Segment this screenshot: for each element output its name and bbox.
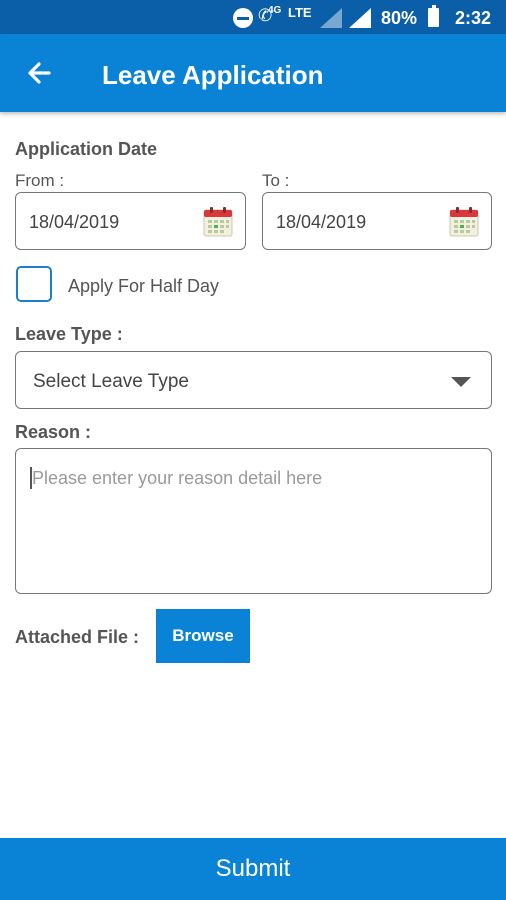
to-date-field[interactable]: 18/04/2019 [262,192,492,250]
attached-file-label: Attached File : [15,627,140,647]
battery-percent: 80% [381,8,418,28]
page-title: Leave Application [102,60,324,90]
leave-type-label: Leave Type : [15,324,123,344]
reason-placeholder: Please enter your reason detail here [32,468,323,488]
to-label: To : [262,171,290,190]
dropdown-arrow-icon [451,377,471,387]
back-arrow-icon[interactable] [22,56,56,90]
from-date-field[interactable]: 18/04/2019 [15,192,246,250]
application-date-label: Application Date [15,139,158,159]
signal-icon [349,8,371,28]
browse-button[interactable]: Browse [156,609,250,663]
to-date-value: 18/04/2019 [276,212,367,232]
calendar-icon[interactable] [449,206,479,237]
from-date-value: 18/04/2019 [29,212,120,232]
submit-button[interactable]: Submit [0,838,506,900]
battery-icon [428,5,439,27]
status-bar: ✆ 4G LTE 80% 2:32 [0,0,506,34]
app-bar: Leave Application [0,34,506,112]
do-not-disturb-icon [233,8,253,28]
half-day-checkbox[interactable] [16,266,52,302]
half-day-label[interactable]: Apply For Half Day [68,276,219,297]
network-type-label: LTE [288,5,312,20]
reason-input[interactable]: Please enter your reason detail here [15,448,492,594]
signal-icon [320,8,342,28]
clock: 2:32 [455,8,492,28]
network-label: 4G [268,5,282,16]
leave-type-value: Select Leave Type [33,371,189,392]
leave-type-select[interactable]: Select Leave Type [15,351,492,409]
reason-label: Reason : [15,422,92,442]
from-label: From : [15,171,65,190]
calendar-icon[interactable] [203,206,233,237]
